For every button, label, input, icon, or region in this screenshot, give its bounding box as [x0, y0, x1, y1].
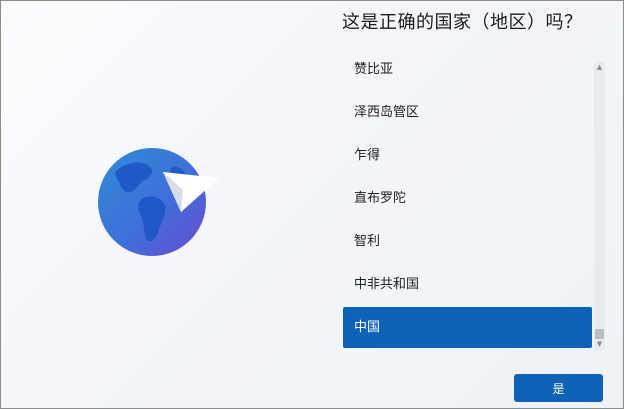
- list-item[interactable]: 直布罗陀: [343, 178, 592, 219]
- list-item-selected[interactable]: 中国: [343, 307, 592, 348]
- list-item[interactable]: 乍得: [343, 135, 592, 176]
- globe-paper-plane-icon: [97, 144, 223, 260]
- scroll-up-icon[interactable]: ▲: [594, 62, 605, 73]
- yes-button[interactable]: 是: [514, 374, 603, 402]
- scroll-down-icon[interactable]: ▼: [594, 339, 605, 350]
- list-item[interactable]: 赞比亚: [343, 49, 592, 90]
- page-title: 这是正确的国家（地区）吗？: [342, 12, 583, 33]
- setup-window: 这是正确的国家（地区）吗？ 赞比亚 泽西岛管区 乍得 直布罗陀 智利 中非共和国…: [0, 0, 624, 409]
- country-list[interactable]: 赞比亚 泽西岛管区 乍得 直布罗陀 智利 中非共和国 中国: [343, 49, 593, 351]
- list-item[interactable]: 智利: [343, 221, 592, 262]
- list-scrollbar[interactable]: ▲ ▼: [594, 62, 605, 350]
- scroll-thumb[interactable]: [595, 329, 604, 339]
- list-item[interactable]: 中非共和国: [343, 264, 592, 305]
- list-item[interactable]: 泽西岛管区: [343, 92, 592, 133]
